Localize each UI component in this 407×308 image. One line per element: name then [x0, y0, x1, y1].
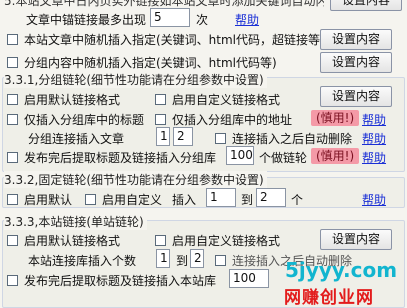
s331-help-link-1[interactable]: 帮助 [362, 111, 386, 128]
anchor-help-link[interactable]: 帮助 [235, 11, 259, 28]
random-insert-article-checkbox[interactable] [7, 34, 18, 45]
s333-publish-extract-checkbox[interactable] [7, 275, 18, 286]
random-insert-group-button[interactable]: 设置内容 [320, 52, 392, 73]
s331-count-input[interactable]: 100 [226, 146, 254, 165]
s332-enable-default-checkbox[interactable] [7, 194, 18, 205]
s331-auto-delete-checkbox[interactable] [215, 133, 226, 144]
caution-badge: (慎用!) [311, 110, 360, 126]
insert-url-label: 仅插入分组库中的地址 [172, 113, 293, 127]
s332-to-label: 到 [241, 193, 254, 207]
s332-enable-custom-checkbox[interactable] [85, 194, 96, 205]
s333-count-label: 本站连接库插入个数 [28, 254, 137, 268]
s331-count-suffix: 个做链轮 [259, 151, 308, 165]
s331-help-link-3[interactable]: 帮助 [362, 149, 386, 166]
s331-custom-format-checkbox[interactable] [155, 94, 166, 105]
s333-count-input[interactable]: 100 [229, 269, 269, 288]
s333-to-label: 到 [176, 254, 189, 268]
group-insert-from-input[interactable]: 1 [156, 127, 170, 146]
site-chain-title: 3.3.3,本站链接(单站链轮) [4, 213, 147, 230]
s333-to-input[interactable]: 2 [190, 249, 204, 268]
s332-insert-label: 插入 [172, 193, 197, 207]
random-insert-article-button[interactable]: 设置内容 [320, 29, 392, 50]
group-insert-to-input[interactable]: 2 [173, 127, 193, 146]
s333-custom-format-label: 启用自定义链接格式 [172, 234, 281, 248]
s331-default-format-label: 启用默认链接格式 [24, 93, 121, 107]
fixed-chain-title: 3.3.2,固定链轮(细节性功能请在分组参数中设置) [4, 171, 267, 188]
caution-badge-2: (慎用!) [311, 148, 360, 164]
insert-title-checkbox[interactable] [7, 114, 18, 125]
anchor-max-label: 文章中锚链接最多出现 [26, 13, 147, 27]
random-insert-group-checkbox[interactable] [7, 57, 18, 68]
s331-auto-delete-label: 连接插入之后自动删除 [232, 132, 353, 146]
s332-unit-label: 个 [291, 193, 304, 207]
s331-custom-format-label: 启用自定义链接格式 [172, 93, 281, 107]
s331-settings-button[interactable]: 设置内容 [320, 86, 392, 107]
insert-title-label: 仅插入分组库中的标题 [24, 113, 145, 127]
s333-custom-format-checkbox[interactable] [155, 235, 166, 246]
s333-publish-extract-label: 发布完后提取标题及链接插入本站库 [24, 274, 217, 288]
s333-from-input[interactable]: 1 [156, 249, 170, 268]
s332-enable-default-label: 启用默认 [24, 193, 73, 207]
anchor-max-input[interactable]: 5 [150, 8, 190, 27]
group-insert-label: 分组连接插入文章 [28, 132, 125, 146]
random-insert-group-label: 分组内容中随机插入指定(关键词、html代码等) [24, 56, 277, 70]
s333-auto-delete-checkbox[interactable] [215, 255, 226, 266]
s333-default-format-checkbox[interactable] [7, 235, 18, 246]
s331-help-link-2[interactable]: 帮助 [362, 130, 386, 147]
watermark-name: 网赚创业网 [284, 288, 374, 308]
s332-help-link[interactable]: 帮助 [362, 191, 386, 208]
random-insert-article-label: 本站文章中随机插入指定(关键词、html代码，超链接等) [24, 33, 325, 47]
s333-settings-button[interactable]: 设置内容 [320, 229, 392, 250]
partial-settings-button[interactable]: 设置内容 [330, 0, 402, 11]
s331-publish-extract-checkbox[interactable] [7, 152, 18, 163]
s332-to-input[interactable]: 2 [256, 188, 286, 207]
s333-default-format-label: 启用默认链接格式 [24, 234, 121, 248]
s332-enable-custom-label: 启用自定义 [102, 193, 163, 207]
s332-from-input[interactable]: 1 [206, 188, 236, 207]
watermark-site: 5jyyy.com [285, 258, 398, 282]
group-chain-title: 3.3.1,分组链轮(细节性功能请在分组参数中设置) [4, 71, 267, 88]
s331-default-format-checkbox[interactable] [7, 94, 18, 105]
anchor-max-suffix: 次 [196, 13, 209, 27]
s331-publish-extract-label: 发布完后提取标题及链接插入分组库 [24, 151, 217, 165]
insert-url-checkbox[interactable] [155, 114, 166, 125]
